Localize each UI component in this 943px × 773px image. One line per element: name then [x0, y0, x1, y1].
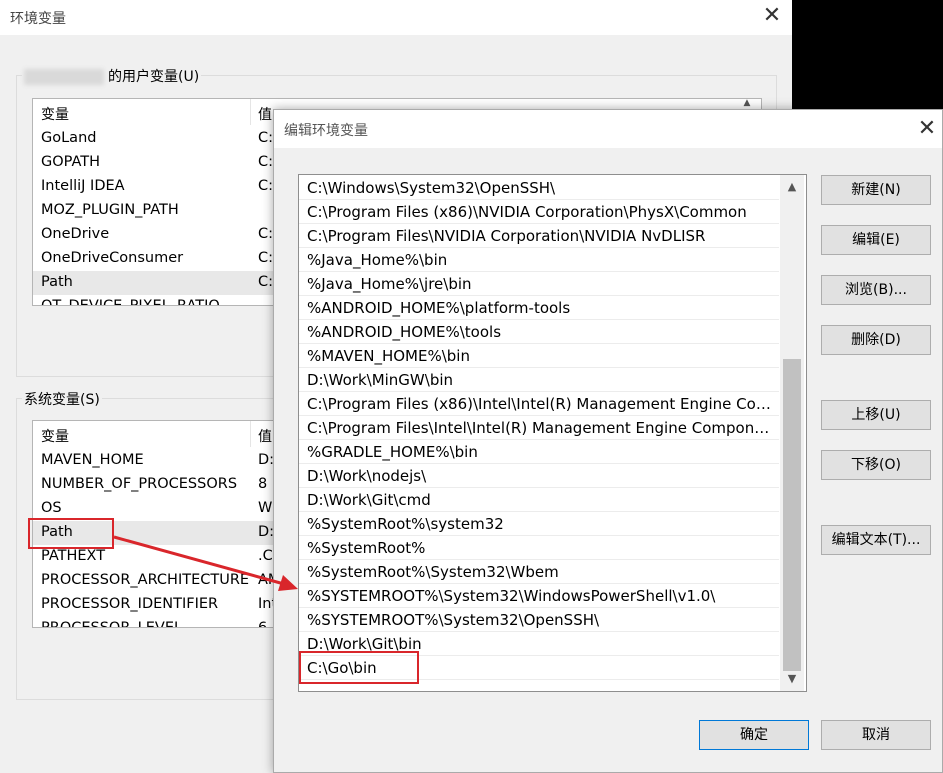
annotation-arrow — [113, 535, 298, 591]
